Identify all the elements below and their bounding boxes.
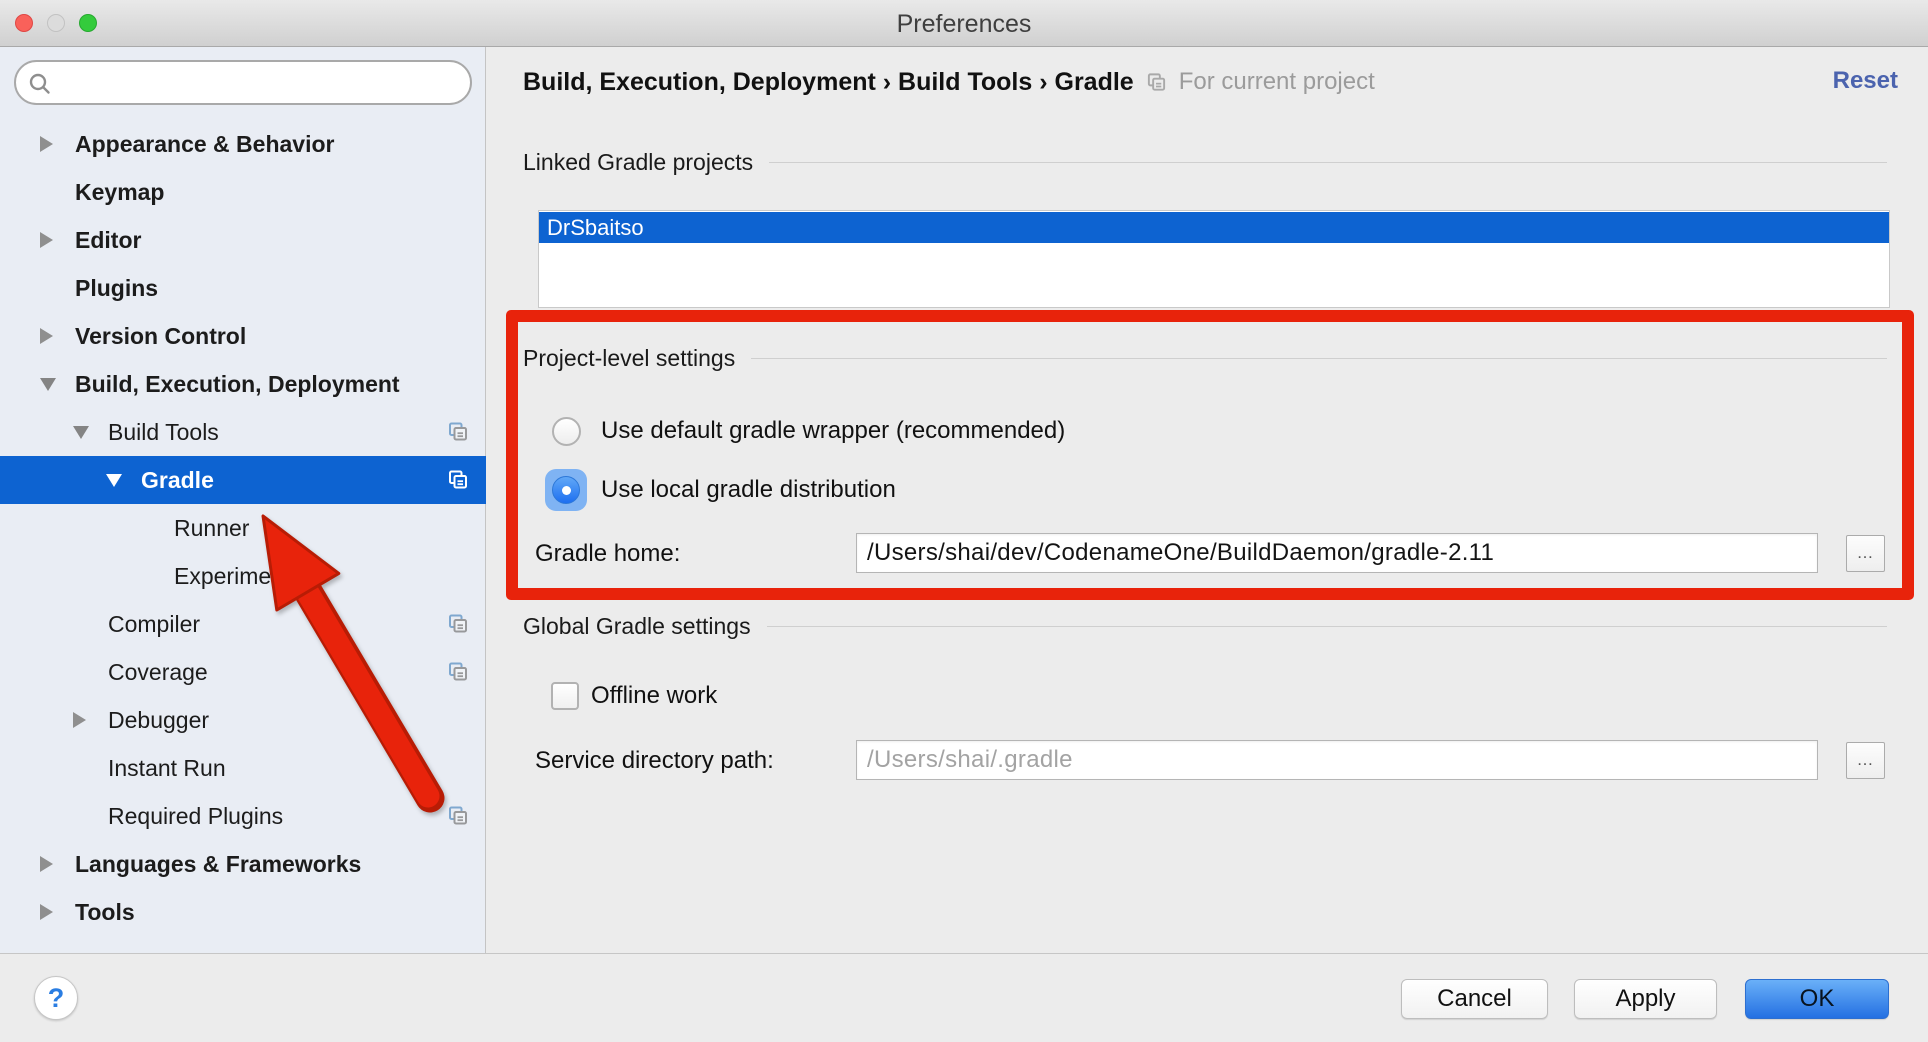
sidebar-item-experimental[interactable]: Experimental [0,552,486,600]
radio-local-label: Use local gradle distribution [601,476,896,504]
sidebar-item-instant-run[interactable]: Instant Run [0,744,486,792]
sidebar-item-label: Experimental [174,563,308,590]
sidebar-item-build-tools[interactable]: Build Tools [0,408,486,456]
cancel-button[interactable]: Cancel [1401,979,1548,1019]
sidebar-item-label: Runner [174,515,249,542]
apply-button[interactable]: Apply [1574,979,1717,1019]
sidebar-item-label: Build Tools [108,419,219,446]
sidebar-item-gradle[interactable]: Gradle [0,456,486,504]
service-dir-input[interactable] [856,740,1818,780]
sidebar-item-plugins[interactable]: Plugins [0,264,486,312]
reset-link[interactable]: Reset [1833,67,1898,95]
sidebar-item-label: Appearance & Behavior [75,131,334,158]
linked-projects-list[interactable]: DrSbaitso [538,210,1890,308]
settings-sidebar: Appearance & Behavior Keymap Editor [0,47,486,953]
sidebar-item-required-plugins[interactable]: Required Plugins [0,792,486,840]
sidebar-item-label: Version Control [75,323,246,350]
sidebar-item-tools[interactable]: Tools [0,888,486,936]
sidebar-item-label: Debugger [108,707,209,734]
shared-settings-icon [447,805,469,827]
search-input[interactable] [60,64,460,101]
sidebar-item-label: Build, Execution, Deployment [75,371,400,398]
help-button[interactable]: ? [34,976,78,1020]
service-dir-label: Service directory path: [535,747,774,775]
linked-projects-title: Linked Gradle projects [523,149,753,176]
radio-default-wrapper[interactable] [545,410,587,452]
sidebar-item-label: Languages & Frameworks [75,851,361,878]
sidebar-item-languages-frameworks[interactable]: Languages & Frameworks [0,840,486,888]
window-title: Preferences [0,10,1928,39]
sidebar-item-coverage[interactable]: Coverage [0,648,486,696]
sidebar-item-label: Keymap [75,179,164,206]
ok-button[interactable]: OK [1745,979,1889,1019]
sidebar-item-editor[interactable]: Editor [0,216,486,264]
tree-expand-arrow[interactable] [40,856,75,872]
section-divider [767,626,1887,627]
offline-work-label: Offline work [591,682,717,710]
search-icon [27,71,53,97]
breadcrumb: Build, Execution, Deployment › Build Too… [523,68,1134,97]
dialog-footer: ? Cancel Apply OK [0,953,1928,1042]
sidebar-item-label: Tools [75,899,135,926]
sidebar-item-debugger[interactable]: Debugger [0,696,486,744]
tree-expand-arrow[interactable] [40,904,75,920]
sidebar-item-label: Required Plugins [108,803,283,830]
sidebar-item-keymap[interactable]: Keymap [0,168,486,216]
tree-expand-arrow[interactable] [40,232,75,248]
sidebar-item-appearance-behavior[interactable]: Appearance & Behavior [0,120,486,168]
radio-default-label: Use default gradle wrapper (recommended) [601,417,1065,445]
sidebar-item-version-control[interactable]: Version Control [0,312,486,360]
gradle-settings-panel: Build, Execution, Deployment › Build Too… [487,47,1928,953]
list-item-project[interactable]: DrSbaitso [539,212,1889,243]
shared-settings-icon [447,421,469,443]
sidebar-item-label: Plugins [75,275,158,302]
tree-expand-arrow[interactable] [106,474,141,487]
for-current-project-icon [1146,72,1167,93]
shared-settings-icon [447,469,469,491]
shared-settings-icon [447,661,469,683]
radio-local-distribution[interactable] [545,469,587,511]
offline-work-checkbox[interactable] [551,682,579,710]
scope-note: For current project [1179,68,1375,96]
global-gradle-title: Global Gradle settings [523,613,751,640]
sidebar-item-label: Compiler [108,611,200,638]
sidebar-item-label: Instant Run [108,755,226,782]
section-divider [751,358,1887,359]
section-divider [769,162,1887,163]
sidebar-item-build-execution-deployment[interactable]: Build, Execution, Deployment [0,360,486,408]
project-level-title: Project-level settings [523,345,735,372]
service-dir-browse-button[interactable]: … [1846,742,1885,779]
sidebar-item-label: Editor [75,227,141,254]
gradle-home-browse-button[interactable]: … [1846,535,1885,572]
tree-expand-arrow[interactable] [73,426,108,439]
settings-tree: Appearance & Behavior Keymap Editor [0,120,486,936]
sidebar-item-compiler[interactable]: Compiler [0,600,486,648]
sidebar-item-label: Coverage [108,659,208,686]
gradle-home-label: Gradle home: [535,540,680,568]
titlebar: Preferences [0,0,1928,47]
tree-expand-arrow[interactable] [73,712,108,728]
shared-settings-icon [447,613,469,635]
gradle-home-input[interactable] [856,533,1818,573]
search-box[interactable] [14,60,472,105]
tree-expand-arrow[interactable] [40,328,75,344]
sidebar-item-label: Gradle [141,467,214,494]
sidebar-item-runner[interactable]: Runner [0,504,486,552]
tree-expand-arrow[interactable] [40,136,75,152]
tree-expand-arrow[interactable] [40,378,75,391]
